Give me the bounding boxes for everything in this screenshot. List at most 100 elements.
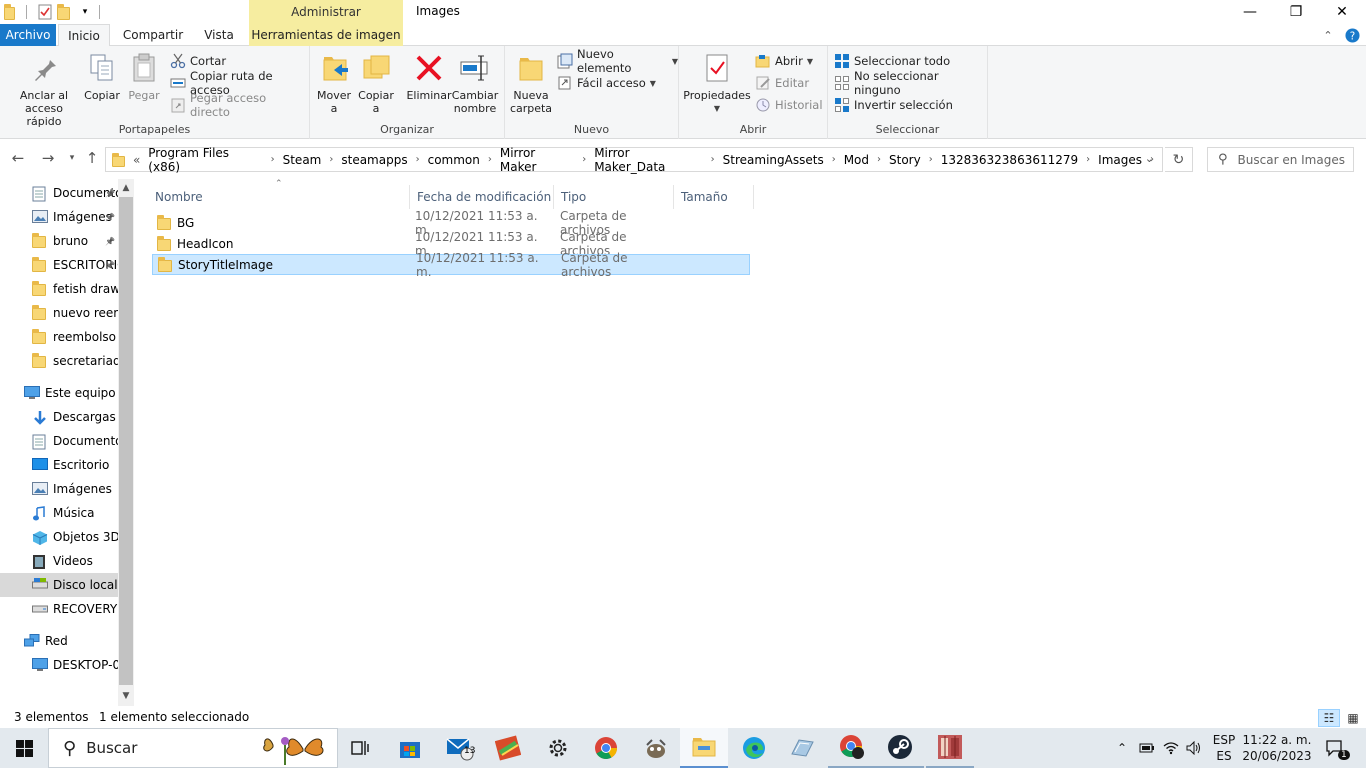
paint-app-icon[interactable]: [778, 728, 826, 768]
breadcrumb-overflow[interactable]: «: [133, 153, 140, 167]
nav-item-this-pc[interactable]: Este equipo: [0, 381, 118, 405]
breadcrumb-item[interactable]: StreamingAssets ›: [723, 146, 836, 174]
breadcrumb-chevron-icon[interactable]: ›: [877, 154, 881, 165]
search-box[interactable]: ⚲ Buscar en Images: [1207, 147, 1354, 172]
tab-home[interactable]: Inicio: [58, 24, 110, 47]
pin-quick-access-button[interactable]: Anclar al acceso rápido: [6, 52, 82, 128]
mail-icon[interactable]: 13: [436, 728, 484, 768]
tab-view[interactable]: Vista: [194, 24, 244, 46]
new-folder-button[interactable]: Nueva carpeta: [510, 52, 552, 115]
qat-customize-icon[interactable]: ▾: [77, 4, 93, 20]
address-dropdown-icon[interactable]: ⌄: [1145, 152, 1154, 165]
nav-item-this-pc-child[interactable]: Música: [0, 501, 118, 525]
battery-icon[interactable]: [1136, 728, 1158, 768]
chrome-icon[interactable]: [582, 728, 630, 768]
nav-item-quick-access[interactable]: reembolso lic: [0, 325, 118, 349]
maps-app-icon[interactable]: [484, 728, 532, 768]
breadcrumb-item[interactable]: Steam ›: [283, 146, 334, 174]
nav-item-this-pc-child[interactable]: Descargas: [0, 405, 118, 429]
show-hidden-icons-icon[interactable]: ⌃: [1110, 728, 1134, 768]
minimize-button[interactable]: —: [1227, 0, 1273, 24]
breadcrumb-item[interactable]: Program Files (x86) ›: [148, 146, 274, 174]
nav-item-this-pc-child[interactable]: Documentos: [0, 429, 118, 453]
nav-item-network-child[interactable]: DESKTOP-0H: [0, 653, 118, 677]
notifications-icon[interactable]: 1: [1318, 728, 1352, 768]
recent-locations-icon[interactable]: ▾: [62, 153, 82, 163]
nav-item-this-pc-child[interactable]: RECOVERY (D:): [0, 597, 118, 621]
settings-gear-icon[interactable]: [534, 728, 582, 768]
scroll-up-icon[interactable]: ▲: [118, 183, 134, 193]
table-row[interactable]: StoryTitleImage 10/12/2021 11:53 a. m. Car…: [152, 251, 750, 279]
restore-button[interactable]: ❐: [1273, 0, 1319, 24]
select-all-button[interactable]: Seleccionar todo: [834, 51, 950, 71]
new-item-button[interactable]: Nuevo elemento ▼: [557, 47, 678, 75]
new-folder-qat-icon[interactable]: [57, 4, 73, 23]
tab-share[interactable]: Compartir: [114, 24, 192, 46]
tab-picture-tools[interactable]: Herramientas de imagen: [249, 24, 403, 46]
column-header-name[interactable]: Nombre: [148, 185, 410, 209]
tab-file[interactable]: Archivo: [0, 24, 56, 46]
microsoft-store-icon[interactable]: [386, 728, 434, 768]
scroll-down-icon[interactable]: ▼: [118, 691, 134, 701]
nav-item-this-pc-child[interactable]: Imágenes: [0, 477, 118, 501]
column-header-size[interactable]: Tamaño: [674, 185, 754, 209]
breadcrumb-chevron-icon[interactable]: ›: [329, 154, 333, 165]
breadcrumb-chevron-icon[interactable]: ›: [711, 154, 715, 165]
properties-qat-icon[interactable]: [37, 4, 53, 20]
breadcrumb-chevron-icon[interactable]: ›: [582, 154, 586, 165]
nav-item-this-pc-child[interactable]: Escritorio: [0, 453, 118, 477]
nav-scrollbar[interactable]: ▲ ▼: [118, 179, 134, 706]
properties-button[interactable]: Propiedades ▼: [683, 52, 751, 115]
breadcrumb-chevron-icon[interactable]: ›: [929, 154, 933, 165]
breadcrumb-chevron-icon[interactable]: ›: [271, 154, 275, 165]
paste-shortcut-button[interactable]: Pegar acceso directo: [170, 91, 309, 119]
breadcrumb-item[interactable]: 132836323863611279 ›: [941, 146, 1090, 174]
nav-scrollbar-thumb[interactable]: [119, 197, 133, 685]
nav-item-quick-access[interactable]: nuevo reembolso: [0, 301, 118, 325]
easy-access-button[interactable]: Fácil acceso ▼: [557, 73, 656, 93]
nav-item-this-pc-child[interactable]: Disco local (C:): [0, 573, 118, 597]
nav-item-quick-access[interactable]: fetish drawings: [0, 277, 118, 301]
column-header-date[interactable]: Fecha de modificación: [410, 185, 554, 209]
copy-path-button[interactable]: Copiar ruta de acceso: [170, 69, 309, 97]
input-language-indicator[interactable]: ESP ES: [1208, 728, 1240, 768]
breadcrumb-chevron-icon[interactable]: ›: [1086, 154, 1090, 165]
edge-icon[interactable]: [730, 728, 778, 768]
edit-button[interactable]: Editar: [755, 73, 809, 93]
breadcrumb-chevron-icon[interactable]: ›: [832, 154, 836, 165]
rename-button[interactable]: Cambiar nombre: [452, 52, 498, 115]
column-header-type[interactable]: Tipo: [554, 185, 674, 209]
breadcrumb-item[interactable]: steamapps ›: [341, 146, 419, 174]
breadcrumb-item[interactable]: Mod ›: [844, 146, 881, 174]
select-none-button[interactable]: No seleccionar ninguno: [834, 69, 987, 97]
wifi-icon[interactable]: [1160, 728, 1182, 768]
nav-item-quick-access[interactable]: Documentos📌: [0, 181, 118, 205]
forward-arrow-icon[interactable]: →: [38, 149, 58, 167]
breadcrumb-item[interactable]: common ›: [428, 146, 492, 174]
start-button[interactable]: [0, 728, 48, 768]
cut-button[interactable]: Cortar: [170, 51, 226, 71]
history-button[interactable]: Historial: [755, 95, 823, 115]
taskbar-clock[interactable]: 11:22 a. m. 20/06/2023: [1240, 732, 1314, 764]
breadcrumb-item[interactable]: Mirror Maker_Data ›: [594, 146, 714, 174]
details-view-icon[interactable]: ☷: [1318, 709, 1340, 727]
nav-item-quick-access[interactable]: Imágenes 📌: [0, 205, 118, 229]
close-button[interactable]: ✕: [1319, 0, 1365, 24]
copy-to-button[interactable]: Copiar a: [358, 52, 394, 115]
breadcrumb-chevron-icon[interactable]: ›: [416, 154, 420, 165]
breadcrumb-item[interactable]: Mirror Maker ›: [500, 146, 586, 174]
invert-selection-button[interactable]: Invertir selección: [834, 95, 953, 115]
nav-item-quick-access[interactable]: secretariado: [0, 349, 118, 373]
delete-button[interactable]: Eliminar: [404, 52, 454, 102]
nav-item-this-pc-child[interactable]: Objetos 3D: [0, 525, 118, 549]
large-icons-view-icon[interactable]: ▦: [1342, 709, 1364, 727]
open-button[interactable]: Abrir ▼: [755, 51, 813, 71]
breadcrumb-item[interactable]: Story ›: [889, 146, 933, 174]
paste-button[interactable]: Pegar: [126, 52, 162, 102]
task-view-icon[interactable]: [336, 728, 384, 768]
move-to-button[interactable]: Mover a: [316, 52, 352, 115]
gimp-icon[interactable]: [632, 728, 680, 768]
taskbar-search[interactable]: ⚲ Buscar: [48, 728, 338, 768]
steam-icon[interactable]: [876, 728, 924, 768]
nav-item-this-pc-child[interactable]: Videos: [0, 549, 118, 573]
